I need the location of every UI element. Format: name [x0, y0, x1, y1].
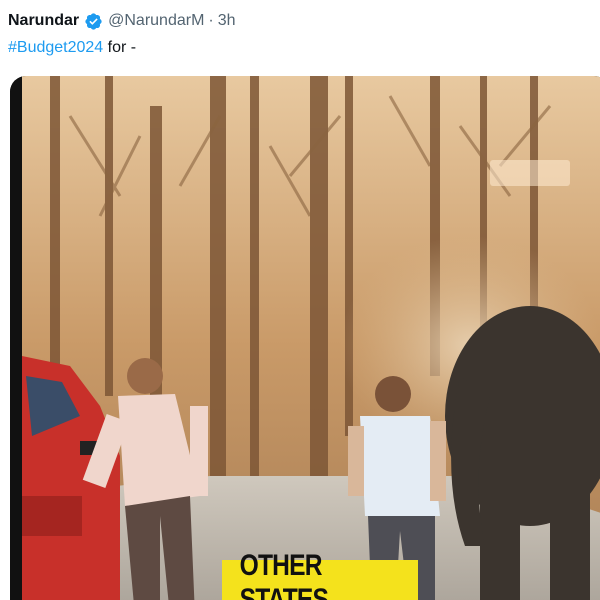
- caption-text: OTHER STATES: [239, 549, 329, 600]
- video-frame: [10, 76, 600, 600]
- verified-badge-icon: [85, 12, 102, 30]
- separator-dot: ·: [208, 12, 214, 29]
- video-media[interactable]: [10, 76, 600, 600]
- tweet-text-rest: for -: [103, 39, 137, 56]
- author-handle[interactable]: @NarundarM: [108, 12, 204, 30]
- author-name[interactable]: Narundar: [8, 12, 79, 30]
- hashtag-link[interactable]: #Budget2024: [8, 39, 103, 56]
- tweet-text: #Budget2024 for -: [8, 37, 136, 59]
- video-watermark: [490, 160, 570, 186]
- tweet-header: Narundar @NarundarM · 3h: [8, 10, 236, 32]
- tweet-timestamp[interactable]: 3h: [218, 12, 236, 30]
- video-caption: OTHER STATES: [222, 549, 418, 600]
